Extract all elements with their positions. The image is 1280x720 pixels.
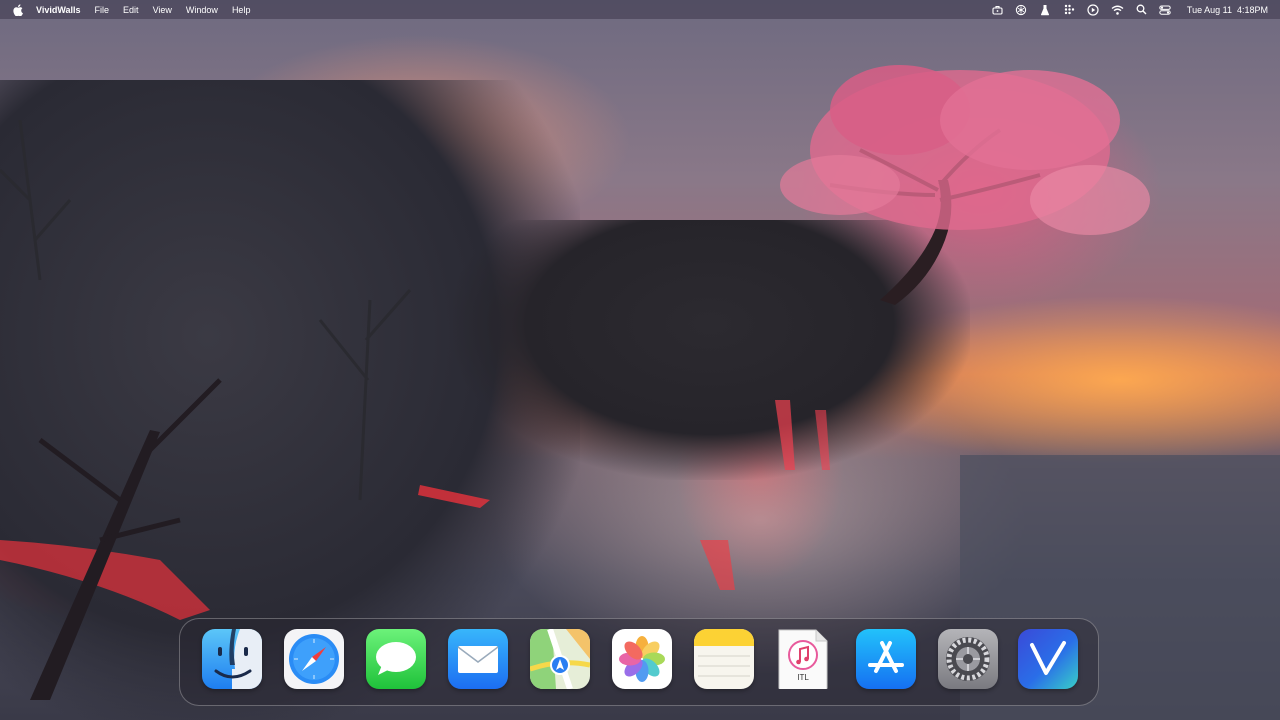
wifi-icon[interactable] (1111, 3, 1124, 16)
briefcase-icon[interactable] (991, 3, 1004, 16)
dock-photos[interactable] (612, 629, 672, 689)
dock-finder[interactable] (202, 629, 262, 689)
menu-help[interactable]: Help (232, 5, 251, 15)
grid-dots-icon[interactable] (1063, 3, 1076, 16)
menu-edit[interactable]: Edit (123, 5, 139, 15)
dock-notes[interactable] (694, 629, 754, 689)
clock-time: 4:18PM (1236, 4, 1268, 15)
dock-messages[interactable] (366, 629, 426, 689)
dock: ITL (179, 618, 1099, 706)
dock-safari[interactable] (284, 629, 344, 689)
maps-icon (530, 629, 590, 689)
apple-menu-icon[interactable] (13, 3, 23, 16)
notes-icon (694, 629, 754, 689)
itl-file-label: ITL (797, 673, 809, 682)
dock-vividwalls[interactable] (1018, 629, 1078, 689)
mail-icon (448, 629, 508, 689)
dock-app-store[interactable] (856, 629, 916, 689)
menu-app-name[interactable]: VividWalls (36, 5, 81, 15)
wallpaper-cliff-mid (450, 220, 970, 480)
play-circle-icon[interactable] (1087, 3, 1100, 16)
menu-window[interactable]: Window (186, 5, 218, 15)
control-center-icon[interactable] (1159, 3, 1172, 16)
flask-icon[interactable] (1039, 3, 1052, 16)
dock-itl-file[interactable]: ITL (778, 629, 828, 689)
dock-maps[interactable] (530, 629, 590, 689)
settings-icon (938, 629, 998, 689)
search-icon[interactable] (1135, 3, 1148, 16)
menu-view[interactable]: View (153, 5, 172, 15)
status-area: Tue Aug 11 4:18PM (991, 0, 1268, 19)
wallpaper-scenery (0, 65, 1280, 720)
dock-system-settings[interactable] (938, 629, 998, 689)
menu-bar: VividWalls File Edit View Window Help Tu… (0, 0, 1280, 19)
messages-icon (366, 629, 426, 689)
finder-icon (202, 629, 262, 689)
dock-mail[interactable] (448, 629, 508, 689)
menu-bar-clock[interactable]: Tue Aug 11 4:18PM (1187, 5, 1268, 15)
photos-icon (612, 629, 672, 689)
clock-date: Tue Aug 11 (1186, 4, 1232, 15)
vividwalls-icon (1018, 629, 1078, 689)
menu-file[interactable]: File (95, 5, 110, 15)
chatgpt-icon[interactable] (1015, 3, 1028, 16)
app-store-icon (856, 629, 916, 689)
desktop[interactable]: VividWalls File Edit View Window Help Tu… (0, 0, 1280, 720)
safari-icon (284, 629, 344, 689)
